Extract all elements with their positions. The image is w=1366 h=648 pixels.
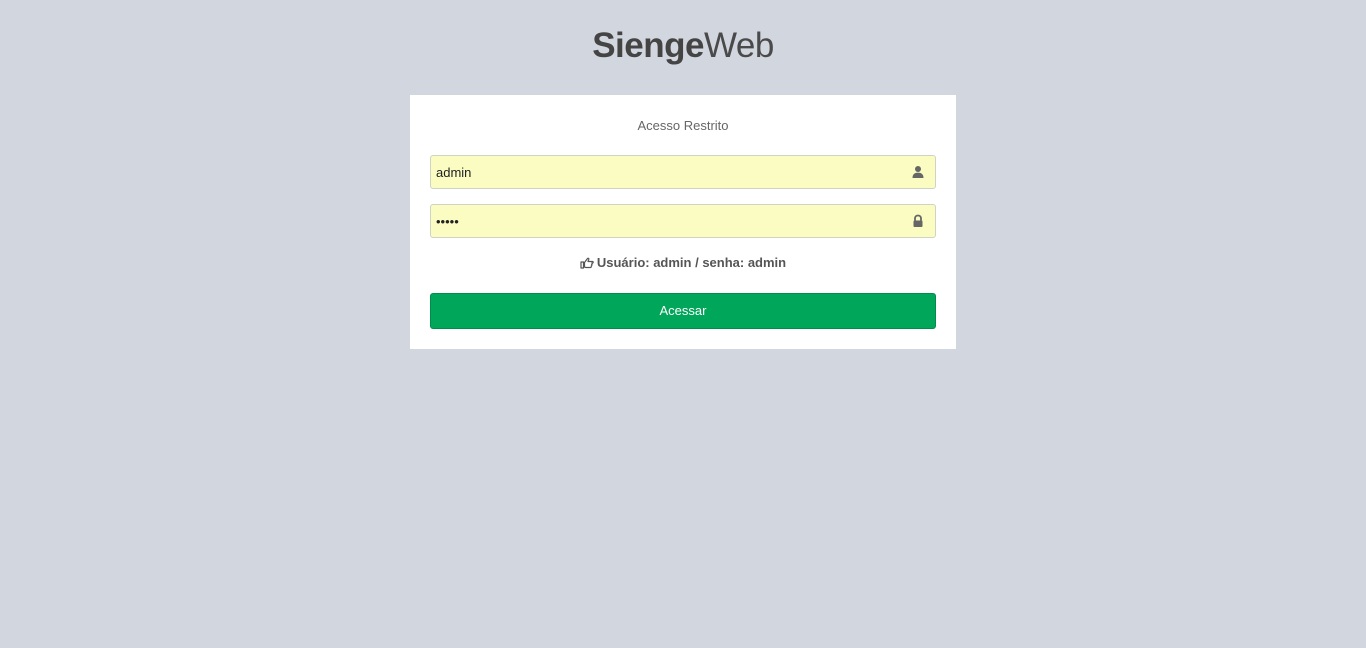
username-input[interactable] xyxy=(431,156,906,188)
user-icon xyxy=(911,165,925,179)
logo-bold-text: Sienge xyxy=(592,26,704,65)
submit-button[interactable]: Acessar xyxy=(430,293,936,329)
login-box-message: Acesso Restrito xyxy=(637,118,729,133)
hand-pointing-right-icon xyxy=(580,257,594,269)
app-logo: SiengeWeb xyxy=(0,24,1366,68)
lock-icon xyxy=(911,214,925,228)
credentials-hint: Usuário: admin / senha: admin xyxy=(410,254,956,272)
password-field-wrapper xyxy=(430,204,936,238)
password-input[interactable] xyxy=(431,205,906,237)
logo-light-text: Web xyxy=(703,26,774,65)
login-box: Acesso Restrito Usuário: admin / senha: … xyxy=(410,95,956,349)
credentials-hint-text: Usuário: admin / senha: admin xyxy=(596,255,787,270)
submit-button-label: Acessar xyxy=(659,303,707,318)
username-field-wrapper xyxy=(430,155,936,189)
